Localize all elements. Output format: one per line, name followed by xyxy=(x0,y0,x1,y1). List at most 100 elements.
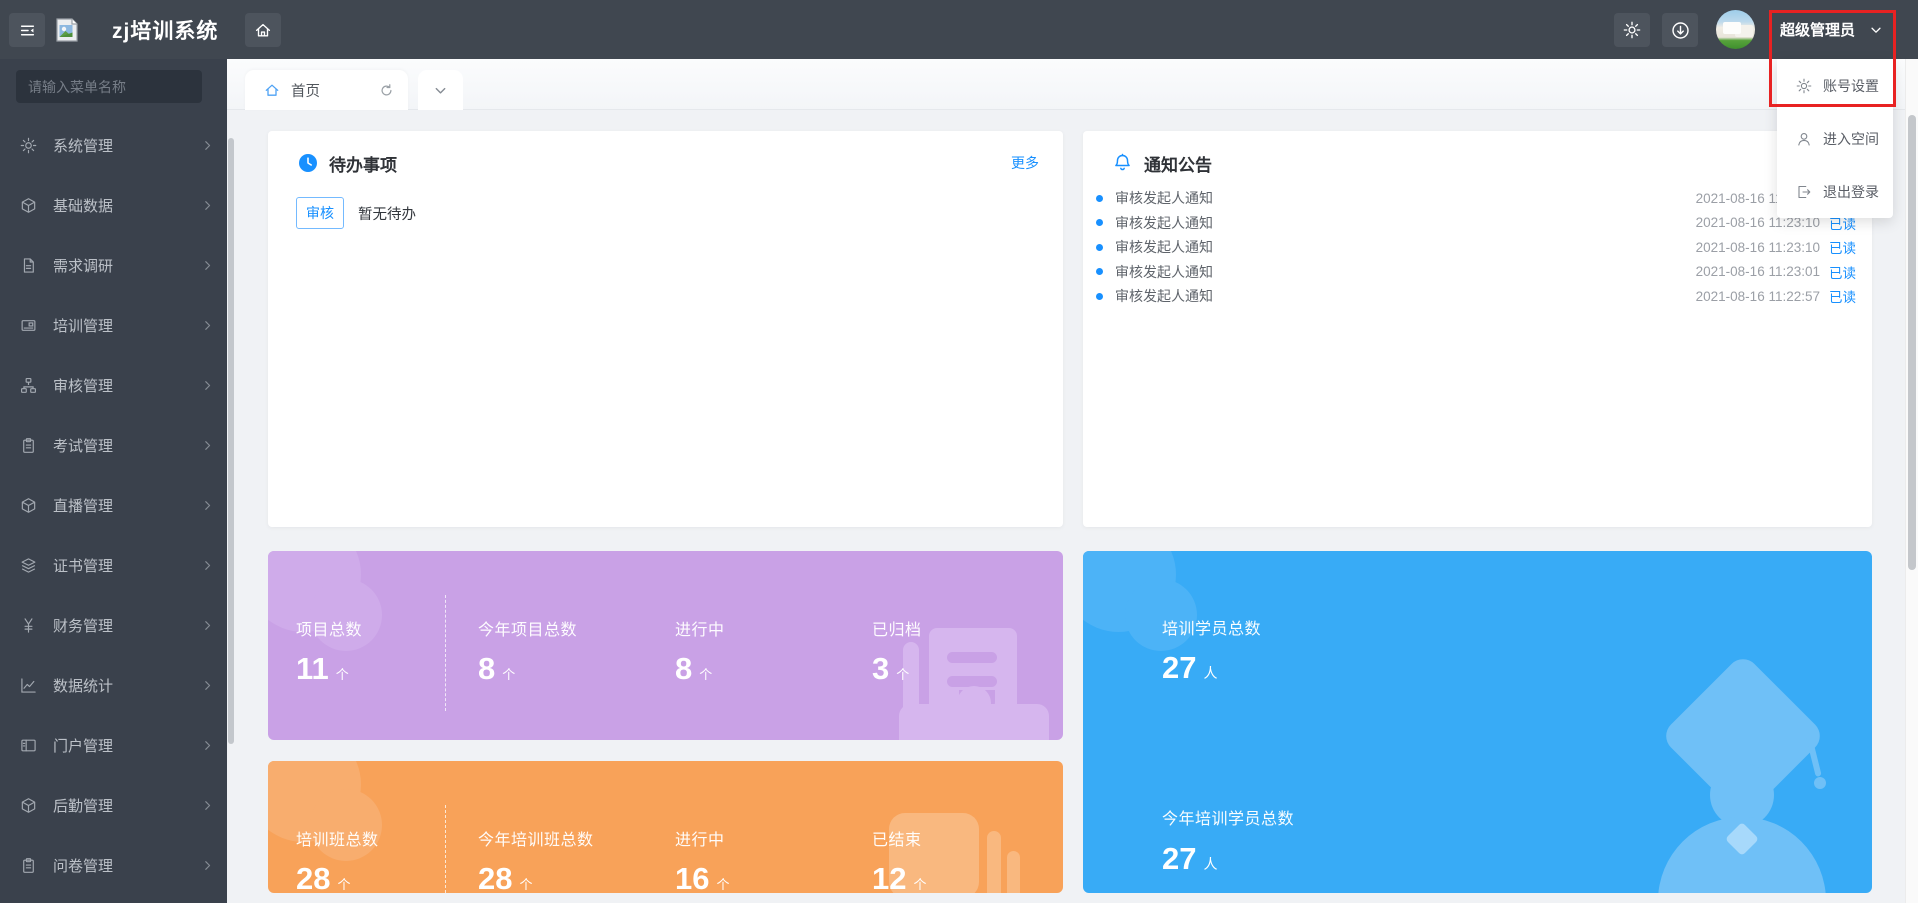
tab-home[interactable]: 首页 xyxy=(245,70,408,110)
stat-value: 28 xyxy=(478,861,512,893)
sidebar-item-certificate[interactable]: 证书管理 xyxy=(0,545,227,585)
document-icon xyxy=(20,257,37,274)
notice-list: 审核发起人通知 2021-08-16 11:23:10 已读 审核发起人通知 2… xyxy=(1083,186,1872,309)
notice-item-title: 审核发起人通知 xyxy=(1115,213,1696,233)
stat-value: 27 xyxy=(1162,650,1196,686)
sidebar-item-label: 审核管理 xyxy=(53,375,202,396)
chevron-right-icon xyxy=(202,680,213,691)
sidebar-item-label: 证书管理 xyxy=(53,555,202,576)
sidebar-scrollbar-thumb[interactable] xyxy=(228,138,234,744)
sidebar: 系统管理 基础数据 需求调研 培训管理 审核管理 xyxy=(0,59,227,903)
bullet-dot xyxy=(1096,219,1103,226)
todo-more-link[interactable]: 更多 xyxy=(1011,153,1039,173)
notice-card: 通知公告 审核发起人通知 2021-08-16 11:23:10 已读 审核发起… xyxy=(1083,131,1872,527)
todo-content-row: 审核 暂无待办 xyxy=(296,197,416,229)
stat-label: 进行中 xyxy=(675,826,725,850)
stat-label: 培训学员总数 xyxy=(1162,615,1261,639)
sidebar-item-logistics[interactable]: 后勤管理 xyxy=(0,785,227,825)
clock-icon xyxy=(298,153,318,173)
stat-unit: 个 xyxy=(336,664,349,683)
sidebar-item-label: 需求调研 xyxy=(53,255,202,276)
sidebar-item-label: 系统管理 xyxy=(53,135,202,156)
notice-read-link[interactable]: 已读 xyxy=(1829,286,1856,306)
stat-value: 3 xyxy=(872,651,889,687)
chevron-right-icon xyxy=(202,620,213,631)
stat-unit: 个 xyxy=(896,664,909,683)
sidebar-item-survey[interactable]: 需求调研 xyxy=(0,245,227,285)
sidebar-item-basic-data[interactable]: 基础数据 xyxy=(0,185,227,225)
stat-value: 11 xyxy=(296,651,329,687)
notice-row[interactable]: 审核发起人通知 2021-08-16 11:23:10 已读 xyxy=(1083,235,1872,260)
notice-item-title: 审核发起人通知 xyxy=(1115,286,1696,306)
notice-row[interactable]: 审核发起人通知 2021-08-16 11:23:10 已读 xyxy=(1083,186,1872,211)
sidebar-item-system[interactable]: 系统管理 xyxy=(0,125,227,165)
user-name: 超级管理员 xyxy=(1780,19,1855,40)
notice-item-time: 2021-08-16 11:23:10 xyxy=(1696,240,1820,255)
notice-item-title: 审核发起人通知 xyxy=(1115,188,1696,208)
chevron-right-icon xyxy=(202,320,213,331)
chevron-right-icon xyxy=(202,500,213,511)
sidebar-item-live[interactable]: 直播管理 xyxy=(0,485,227,525)
gear-icon xyxy=(1623,21,1641,39)
stat-unit: 个 xyxy=(716,874,729,893)
refresh-icon[interactable] xyxy=(379,83,394,98)
user-menu-trigger[interactable]: 超级管理员 xyxy=(1780,0,1883,59)
sidebar-menu: 系统管理 基础数据 需求调研 培训管理 审核管理 xyxy=(0,125,227,903)
stat-label: 培训班总数 xyxy=(296,826,379,850)
clipboard-icon xyxy=(20,437,37,454)
stat-unit: 个 xyxy=(502,664,515,683)
menu-item-account-settings[interactable]: 账号设置 xyxy=(1777,59,1893,112)
sidebar-collapse-button[interactable] xyxy=(9,13,45,47)
app-title: zj培训系统 xyxy=(112,0,218,59)
notice-read-link[interactable]: 已读 xyxy=(1829,262,1856,282)
tab-home-label: 首页 xyxy=(291,80,368,101)
sidebar-item-label: 基础数据 xyxy=(53,195,202,216)
sidebar-item-questionnaire[interactable]: 问卷管理 xyxy=(0,845,227,885)
line-chart-icon xyxy=(20,677,37,694)
book-decoration-icon xyxy=(903,620,1063,740)
chevron-right-icon xyxy=(202,860,213,871)
stat-label: 项目总数 xyxy=(296,616,362,640)
sidebar-item-portal[interactable]: 门户管理 xyxy=(0,725,227,765)
download-button[interactable] xyxy=(1662,13,1698,47)
cube-icon xyxy=(20,497,37,514)
notice-row[interactable]: 审核发起人通知 2021-08-16 11:23:01 已读 xyxy=(1083,260,1872,285)
sidebar-item-statistics[interactable]: 数据统计 xyxy=(0,665,227,705)
cube-icon xyxy=(20,197,37,214)
top-header: zj培训系统 超级管理员 xyxy=(0,0,1918,59)
bullet-dot xyxy=(1096,195,1103,202)
notice-row[interactable]: 审核发起人通知 2021-08-16 11:22:57 已读 xyxy=(1083,284,1872,309)
download-icon xyxy=(1671,21,1690,40)
menu-search-input[interactable] xyxy=(16,79,215,95)
home-icon xyxy=(264,82,280,98)
settings-button[interactable] xyxy=(1614,13,1650,47)
sidebar-item-training[interactable]: 培训管理 xyxy=(0,305,227,345)
menu-search-box xyxy=(16,70,202,103)
class-stats-card: 培训班总数 28个 今年培训班总数 28个 进行中 16个 已结束 12个 xyxy=(268,761,1063,893)
stat-value: 28 xyxy=(296,861,330,893)
sidebar-item-label: 培训管理 xyxy=(53,315,202,336)
notice-read-link[interactable]: 已读 xyxy=(1829,237,1856,257)
bullet-dot xyxy=(1096,244,1103,251)
menu-item-logout[interactable]: 退出登录 xyxy=(1777,165,1893,218)
sidebar-item-exam[interactable]: 考试管理 xyxy=(0,425,227,465)
stat-unit: 人 xyxy=(1203,663,1217,683)
chevron-right-icon xyxy=(202,560,213,571)
chevron-right-icon xyxy=(202,140,213,151)
sidebar-item-audit[interactable]: 审核管理 xyxy=(0,365,227,405)
tab-list-dropdown-button[interactable] xyxy=(418,70,463,110)
todo-audit-tag[interactable]: 审核 xyxy=(296,197,344,229)
sidebar-item-label: 后勤管理 xyxy=(53,795,202,816)
clipboard-icon xyxy=(20,857,37,874)
page-scrollbar-thumb[interactable] xyxy=(1908,115,1916,570)
home-button[interactable] xyxy=(245,13,281,47)
notice-row[interactable]: 审核发起人通知 2021-08-16 11:23:10 已读 xyxy=(1083,211,1872,236)
sidebar-item-label: 财务管理 xyxy=(53,615,202,636)
stat-value: 16 xyxy=(675,861,709,893)
chevron-right-icon xyxy=(202,200,213,211)
menu-item-enter-space[interactable]: 进入空间 xyxy=(1777,112,1893,165)
user-avatar[interactable] xyxy=(1716,10,1755,49)
sidebar-item-finance[interactable]: 财务管理 xyxy=(0,605,227,645)
stat-value: 27 xyxy=(1162,841,1196,877)
decor-circle xyxy=(310,579,382,651)
